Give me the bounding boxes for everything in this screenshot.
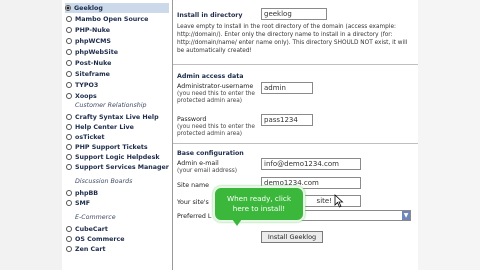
sidebar: Geeklog Mambo Open Source PHP-Nuke phpWC… [62, 0, 172, 270]
sidebar-item-php-nuke[interactable]: PHP-Nuke [66, 25, 110, 35]
sidebar-item-zen-cart[interactable]: Zen Cart [66, 244, 106, 254]
sidebar-item-help-center-live[interactable]: Help Center Live [66, 122, 134, 132]
tooltip-tail [232, 219, 242, 226]
site-name-label: Site name [177, 182, 209, 189]
sidebar-item-typo3[interactable]: TYPO3 [66, 80, 98, 90]
radio-icon[interactable] [66, 82, 72, 88]
radio-icon[interactable] [66, 49, 72, 55]
admin-section-title: Admin access data [177, 73, 244, 80]
sidebar-item-php-support-tickets[interactable]: PHP Support Tickets [66, 142, 148, 152]
sidebar-item-geeklog[interactable]: Geeklog [65, 3, 169, 13]
sidebar-item-label: CubeCart [75, 225, 108, 233]
sidebar-item-label: phpBB [75, 189, 99, 197]
sidebar-item-label: TYPO3 [75, 81, 99, 89]
sidebar-item-label: phpWCMS [75, 37, 111, 45]
sidebar-item-label: Mambo Open Source [75, 15, 149, 23]
sidebar-item-support-logic[interactable]: Support Logic Helpdesk [66, 152, 160, 162]
tooltip-text: When ready, click here to install! [227, 194, 291, 213]
base-section-title: Base configuration [177, 150, 244, 157]
admin-email-input[interactable]: info@demo1234.com [261, 158, 361, 170]
radio-icon[interactable] [66, 190, 72, 196]
radio-icon[interactable] [66, 134, 72, 140]
sidebar-item-xoops[interactable]: Xoops [66, 91, 97, 101]
sidebar-item-label: Geeklog [74, 4, 103, 12]
admin-user-input[interactable]: admin [261, 82, 313, 94]
admin-pass-sub: (you need this to enter the protected ad… [177, 124, 255, 138]
right-margin [418, 0, 480, 270]
radio-icon[interactable] [66, 154, 72, 160]
sidebar-item-post-nuke[interactable]: Post-Nuke [66, 58, 111, 68]
sidebar-item-cubecart[interactable]: CubeCart [66, 224, 108, 234]
left-margin [0, 0, 63, 270]
install-dir-label: Install in directory [177, 12, 243, 19]
sidebar-item-label: Help Center Live [75, 123, 134, 131]
install-dir-input[interactable]: geeklog [261, 8, 327, 20]
sidebar-heading-e-commerce: E-Commerce [75, 214, 116, 221]
admin-pass-label: Password [177, 116, 207, 123]
sidebar-item-crafty-syntax[interactable]: Crafty Syntax Live Help [66, 112, 159, 122]
sidebar-item-label: Support Logic Helpdesk [75, 153, 160, 161]
sidebar-item-phpwcms[interactable]: phpWCMS [66, 36, 111, 46]
sidebar-item-label: Siteframe [75, 70, 110, 78]
sidebar-item-label: Zen Cart [75, 245, 106, 253]
admin-user-label: Administrator-username [177, 83, 254, 90]
radio-icon[interactable] [66, 200, 72, 206]
divider [173, 64, 418, 65]
radio-icon[interactable] [66, 226, 72, 232]
sidebar-heading-customer-relationship: Customer Relationship [75, 102, 147, 109]
sidebar-item-mambo[interactable]: Mambo Open Source [66, 14, 148, 24]
radio-icon[interactable] [66, 114, 72, 120]
site-slogan-label: Your site's [177, 199, 209, 206]
sidebar-item-label: OS Commerce [75, 235, 125, 243]
radio-icon[interactable] [66, 60, 72, 66]
radio-icon[interactable] [66, 38, 72, 44]
chevron-down-icon[interactable]: ▼ [402, 211, 410, 220]
radio-icon[interactable] [65, 5, 71, 11]
radio-icon[interactable] [66, 27, 72, 33]
sidebar-heading-discussion-boards: Discussion Boards [75, 178, 133, 185]
mouse-cursor-icon [334, 194, 344, 208]
admin-email-label: Admin e-mail [177, 160, 219, 167]
radio-icon[interactable] [66, 246, 72, 252]
tooltip-balloon: When ready, click here to install! [213, 186, 305, 222]
sidebar-item-label: SMF [75, 199, 91, 207]
admin-email-sub: (your email address) [177, 168, 238, 174]
radio-icon[interactable] [66, 236, 72, 242]
radio-icon[interactable] [66, 93, 72, 99]
radio-icon[interactable] [66, 164, 72, 170]
divider [173, 143, 418, 144]
sidebar-item-support-services[interactable]: Support Services Manager [66, 162, 169, 172]
pref-lang-label: Preferred L [177, 213, 212, 220]
sidebar-item-os-commerce[interactable]: OS Commerce [66, 234, 125, 244]
sidebar-item-phpbb[interactable]: phpBB [66, 188, 98, 198]
sidebar-item-siteframe[interactable]: Siteframe [66, 69, 110, 79]
sidebar-item-label: Crafty Syntax Live Help [75, 113, 159, 121]
sidebar-item-label: osTicket [75, 133, 105, 141]
sidebar-item-label: phpWebSite [75, 48, 118, 56]
sidebar-item-smf[interactable]: SMF [66, 198, 90, 208]
install-form: Install in directory geeklog Leave empty… [172, 0, 419, 270]
sidebar-item-phpwebsite[interactable]: phpWebSite [66, 47, 118, 57]
sidebar-item-label: Support Services Manager [75, 163, 169, 171]
install-button[interactable]: Install Geeklog [261, 231, 323, 243]
admin-user-sub: (you need this to enter the protected ad… [177, 91, 255, 105]
sidebar-item-label: Xoops [75, 92, 97, 100]
radio-icon[interactable] [66, 144, 72, 150]
sidebar-item-label: PHP Support Tickets [75, 143, 148, 151]
radio-icon[interactable] [66, 124, 72, 130]
sidebar-item-label: PHP-Nuke [75, 26, 111, 34]
admin-pass-input[interactable]: pass1234 [261, 114, 313, 126]
install-dir-hint: Leave empty to install in the root direc… [177, 24, 408, 54]
sidebar-item-osticket[interactable]: osTicket [66, 132, 105, 142]
radio-icon[interactable] [66, 71, 72, 77]
sidebar-item-label: Post-Nuke [75, 59, 112, 67]
radio-icon[interactable] [66, 16, 72, 22]
